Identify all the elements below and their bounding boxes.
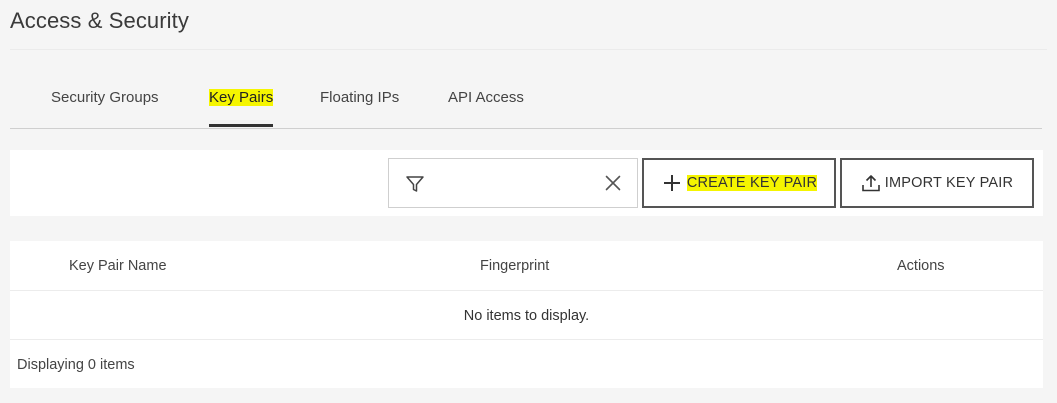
empty-message: No items to display. <box>463 308 590 324</box>
column-header-actions: Actions <box>897 258 945 274</box>
key-pairs-table: Key Pair Name Fingerprint Actions No ite… <box>10 241 1043 388</box>
create-key-pair-button[interactable]: CREATE KEY PAIR <box>642 158 836 208</box>
create-key-pair-label: CREATE KEY PAIR <box>686 175 818 191</box>
close-icon[interactable] <box>605 175 621 191</box>
filter-icon <box>406 176 424 192</box>
row-divider <box>10 339 1043 340</box>
table-footer-count: Displaying 0 items <box>17 357 135 373</box>
header-divider <box>10 290 1043 291</box>
tab-floating-ips[interactable]: Floating IPs <box>320 89 399 106</box>
upload-icon <box>861 175 880 192</box>
tab-label: Floating IPs <box>320 89 400 106</box>
tab-label: API Access <box>448 89 524 106</box>
page-title: Access & Security <box>10 8 189 33</box>
filter-input[interactable] <box>435 167 589 199</box>
table-toolbar: CREATE KEY PAIR IMPORT KEY PAIR <box>10 150 1043 216</box>
column-header-fingerprint[interactable]: Fingerprint <box>480 258 549 274</box>
filter-box <box>388 158 638 208</box>
tab-key-pairs[interactable]: Key Pairs <box>209 89 274 127</box>
tab-label: Key Pairs <box>209 89 274 106</box>
import-key-pair-button[interactable]: IMPORT KEY PAIR <box>840 158 1034 208</box>
title-divider <box>10 49 1047 50</box>
column-header-key-pair-name[interactable]: Key Pair Name <box>69 258 167 274</box>
plus-icon <box>663 175 680 191</box>
tab-security-groups[interactable]: Security Groups <box>51 89 159 106</box>
tab-label: Security Groups <box>51 89 159 106</box>
tab-api-access[interactable]: API Access <box>448 89 524 106</box>
import-key-pair-label: IMPORT KEY PAIR <box>884 175 1014 191</box>
tab-bar: Security Groups Key Pairs Floating IPs A… <box>10 78 1042 129</box>
